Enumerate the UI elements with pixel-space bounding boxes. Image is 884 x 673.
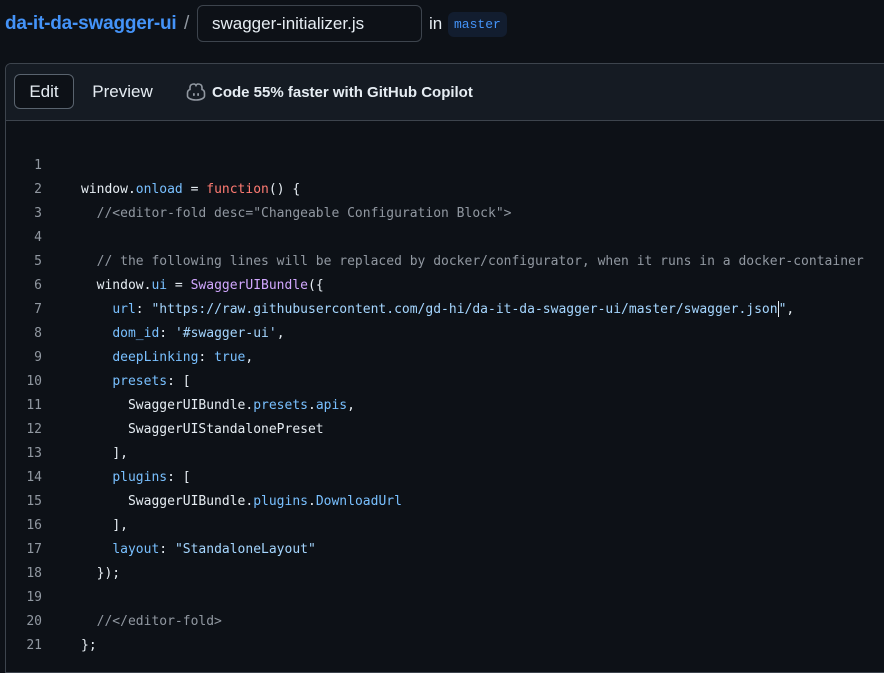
line-content: // the following lines will be replaced … (96, 254, 864, 269)
line-content: }); (96, 566, 121, 581)
line-content: //</editor-fold> (96, 614, 222, 629)
code-line: 16 layout: "StandaloneLayout" (6, 490, 315, 557)
code-line: 9 presets: [ (6, 322, 190, 389)
line-content: ], (112, 518, 128, 533)
file-path-bar: da-it-da-swagger-ui / in master (0, 0, 884, 50)
code-area[interactable]: 1 window.onload = function() { 2 //<edit… (6, 121, 884, 672)
code-line: 12 ], (6, 394, 128, 461)
line-content: ], (112, 446, 128, 461)
code-line: 5 window.ui = SwaggerUIBundle({ (6, 226, 323, 293)
copilot-text: Code 55% faster with GitHub Copilot (212, 83, 473, 101)
line-content: window.onload = function() { (81, 182, 301, 197)
code-line: 1 window.onload = function() { (6, 130, 300, 197)
filename-input[interactable] (197, 5, 422, 42)
repo-link[interactable]: da-it-da-swagger-ui (5, 13, 177, 35)
code-line: 15 ], (6, 466, 128, 533)
code-line: 10 SwaggerUIBundle.presets.apis, (6, 346, 355, 413)
copilot-icon (186, 83, 206, 101)
code-line: 20 }; (6, 586, 96, 653)
code-line: 19 //</editor-fold> (6, 562, 222, 629)
in-label: in (429, 14, 443, 33)
line-content: SwaggerUIStandalonePreset (127, 422, 324, 437)
editor-header: Edit Preview Code 55% faster with GitHub… (6, 64, 884, 121)
branch-badge[interactable]: master (448, 12, 507, 37)
line-content: presets: [ (112, 374, 191, 389)
line-content: SwaggerUIBundle.plugins.DownloadUrl (127, 494, 402, 509)
tab-preview[interactable]: Preview (80, 74, 165, 109)
code-editor: Edit Preview Code 55% faster with GitHub… (5, 63, 884, 673)
tab-edit[interactable]: Edit (14, 74, 74, 109)
line-content: url: "https://raw.githubusercontent.com/… (112, 300, 795, 317)
code-line: 6 url: "https://raw.githubusercontent.co… (6, 250, 794, 317)
code-line: 13 plugins: [ (6, 418, 190, 485)
line-content: layout: "StandaloneLayout" (112, 542, 316, 557)
line-content: dom_id: '#swagger-ui', (112, 326, 285, 341)
code-line: 3 (6, 178, 53, 221)
code-line: 17 }); (6, 514, 120, 581)
copilot-promo-link[interactable]: Code 55% faster with GitHub Copilot (186, 81, 473, 103)
line-content: //<editor-fold desc="Changeable Configur… (96, 206, 512, 221)
code-line: 7 dom_id: '#swagger-ui', (6, 274, 284, 341)
code-line: 4 // the following lines will be replace… (6, 202, 864, 269)
code-line: 2 //<editor-fold desc="Changeable Config… (6, 154, 511, 221)
code-line: 21 (6, 610, 53, 653)
code-line: 11 SwaggerUIStandalonePreset (6, 370, 323, 437)
code-line: 18 (6, 538, 53, 581)
line-content: deepLinking: true, (112, 350, 254, 365)
path-separator: / (184, 13, 190, 34)
code-line: 8 deepLinking: true, (6, 298, 253, 365)
line-content: window.ui = SwaggerUIBundle({ (96, 278, 324, 293)
code-line: 14 SwaggerUIBundle.plugins.DownloadUrl (6, 442, 402, 509)
line-content: }; (81, 638, 97, 653)
line-content: SwaggerUIBundle.presets.apis, (127, 398, 355, 413)
line-content: plugins: [ (112, 470, 191, 485)
line-number: 21 (26, 638, 42, 653)
